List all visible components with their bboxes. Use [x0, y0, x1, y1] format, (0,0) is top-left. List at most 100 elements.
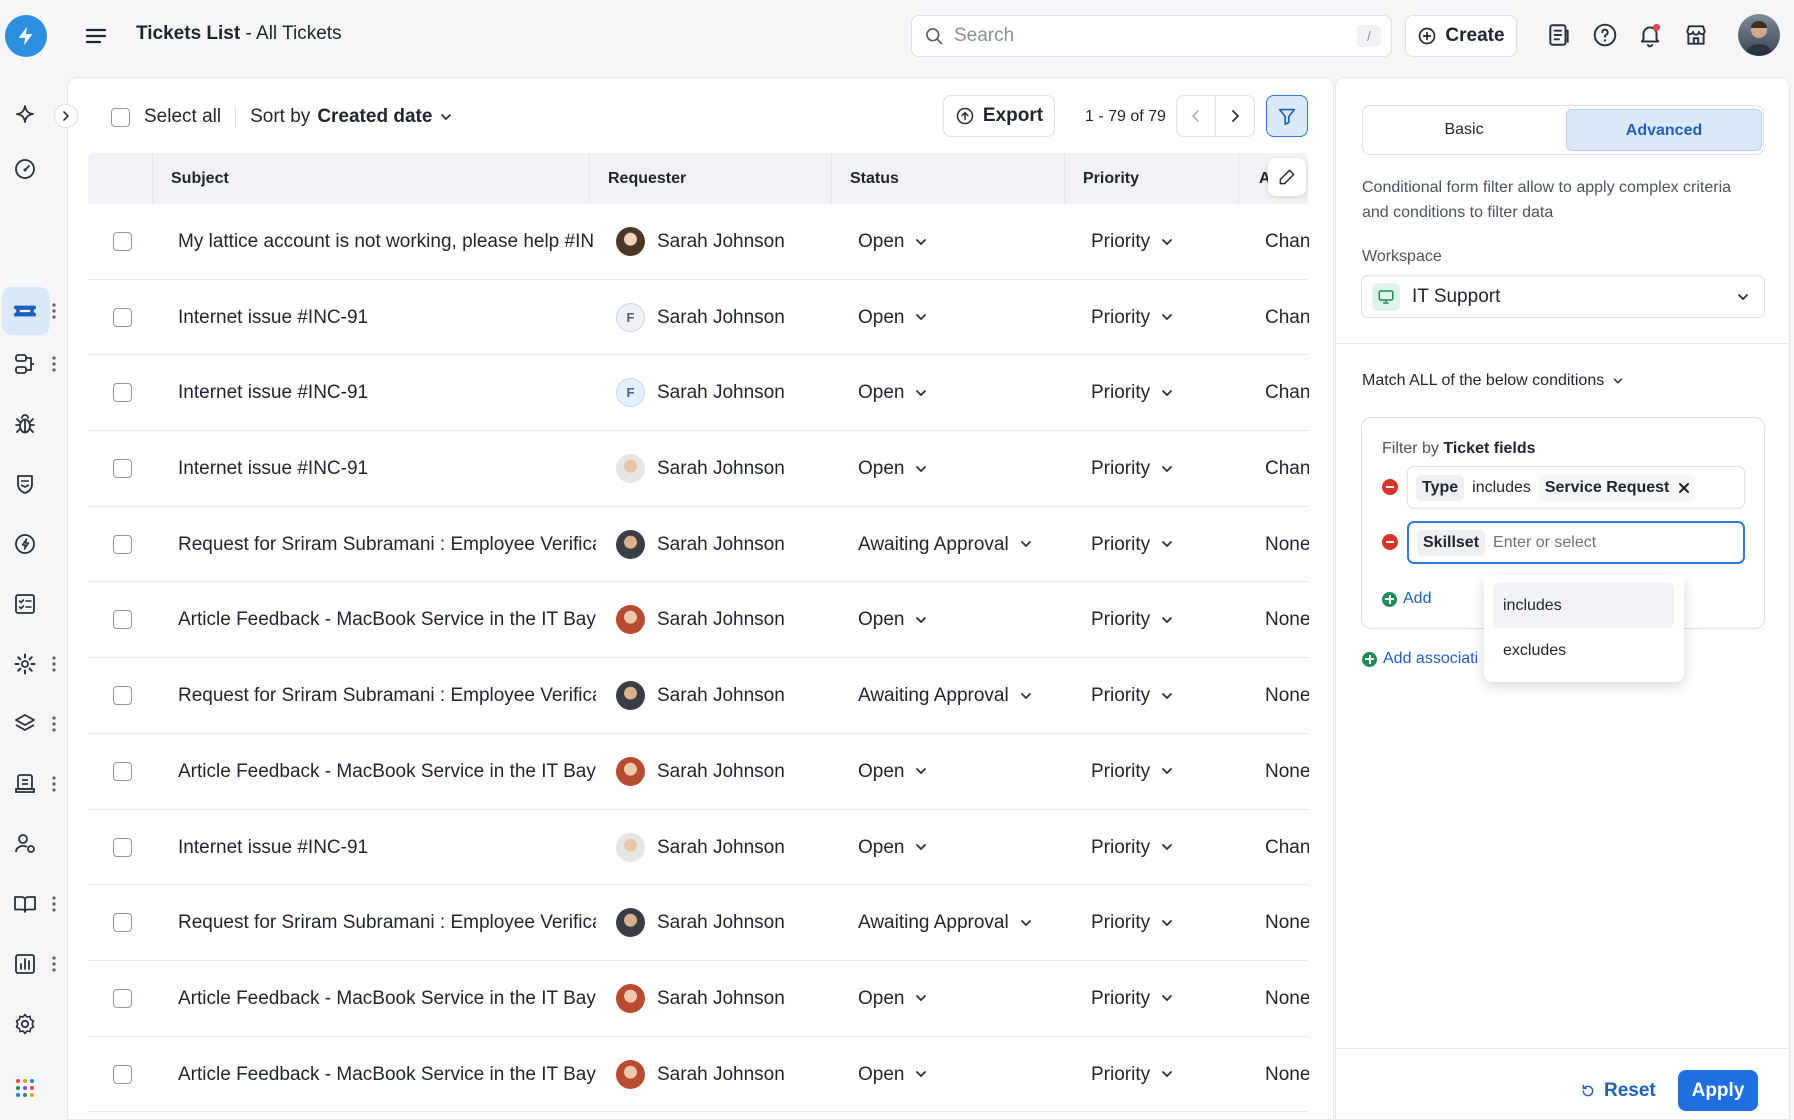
- ticket-subject[interactable]: Article Feedback - MacBook Service in th…: [178, 961, 596, 1036]
- condition-type[interactable]: Type includes Service Request: [1407, 466, 1745, 509]
- table-row[interactable]: Internet issue #INC-91 Sarah Johnson Open P…: [88, 810, 1309, 886]
- priority-dropdown[interactable]: Priority: [1091, 507, 1211, 582]
- close-icon[interactable]: [1679, 482, 1690, 493]
- add-association-button[interactable]: Add associati: [1362, 650, 1478, 668]
- app-logo[interactable]: [5, 15, 47, 57]
- dashboard-icon[interactable]: [11, 155, 39, 183]
- store-icon[interactable]: [1683, 22, 1711, 50]
- row-checkbox[interactable]: [113, 610, 132, 630]
- row-checkbox[interactable]: [113, 232, 132, 251]
- condition-operator[interactable]: includes: [1472, 479, 1531, 497]
- ticket-subject[interactable]: My lattice account is not working, pleas…: [178, 204, 596, 279]
- status-dropdown[interactable]: Open: [858, 961, 1078, 1036]
- layers-icon[interactable]: [11, 710, 39, 738]
- table-row[interactable]: Internet issue #INC-91 F Sarah Johnson Open…: [88, 355, 1309, 432]
- table-row[interactable]: Article Feedback - MacBook Service in th…: [88, 582, 1309, 659]
- priority-dropdown[interactable]: Priority: [1091, 885, 1211, 960]
- prev-page-button[interactable]: [1176, 95, 1216, 137]
- priority-dropdown[interactable]: Priority: [1091, 355, 1211, 430]
- ticket-more-icon[interactable]: [50, 301, 58, 321]
- export-button[interactable]: Export: [943, 95, 1055, 137]
- ticket-subject[interactable]: Internet issue #INC-91: [178, 355, 596, 430]
- row-checkbox[interactable]: [113, 307, 132, 327]
- status-dropdown[interactable]: Awaiting Approval: [858, 507, 1078, 582]
- layers-more-icon[interactable]: [50, 714, 58, 734]
- settings-gear-icon[interactable]: [11, 650, 39, 678]
- operator-option-excludes[interactable]: excludes: [1493, 628, 1674, 673]
- edit-columns-button[interactable]: [1268, 158, 1306, 196]
- tasks-icon[interactable]: [1546, 22, 1574, 50]
- remove-condition-skillset-button[interactable]: [1382, 534, 1398, 550]
- priority-dropdown[interactable]: Priority: [1091, 431, 1211, 506]
- table-row[interactable]: Article Feedback - MacBook Service in th…: [88, 734, 1309, 810]
- reset-button[interactable]: Reset: [1580, 1080, 1656, 1102]
- table-row[interactable]: Request for Sriram Subramani : Employee …: [88, 885, 1309, 961]
- status-dropdown[interactable]: Awaiting Approval: [858, 658, 1078, 733]
- ticket-subject[interactable]: Article Feedback - MacBook Service in th…: [178, 734, 596, 809]
- table-row[interactable]: My lattice account is not working, pleas…: [88, 204, 1309, 280]
- row-checkbox[interactable]: [113, 1064, 132, 1084]
- apps-grid-icon[interactable]: [11, 1074, 39, 1102]
- table-row[interactable]: Request for Sriram Subramani : Employee …: [88, 507, 1309, 583]
- sort-by-dropdown[interactable]: Sort by Created date: [250, 106, 453, 128]
- admin-gear-icon[interactable]: [11, 1010, 39, 1038]
- search-input[interactable]: [954, 22, 1334, 50]
- table-row[interactable]: Internet issue #INC-91 F Sarah Johnson Open…: [88, 280, 1309, 356]
- ticket-subject[interactable]: Internet issue #INC-91: [178, 280, 596, 355]
- table-row[interactable]: Request for Sriram Subramani : Employee …: [88, 658, 1309, 734]
- ticket-subject[interactable]: Article Feedback - MacBook Service in th…: [178, 1037, 596, 1112]
- checklist-icon[interactable]: [11, 590, 39, 618]
- priority-dropdown[interactable]: Priority: [1091, 1037, 1211, 1112]
- menu-icon[interactable]: [84, 24, 108, 48]
- table-row[interactable]: Article Feedback - MacBook Service in th…: [88, 961, 1309, 1037]
- row-checkbox[interactable]: [113, 686, 132, 706]
- next-page-button[interactable]: [1215, 95, 1255, 137]
- status-dropdown[interactable]: Open: [858, 280, 1078, 355]
- priority-dropdown[interactable]: Priority: [1091, 961, 1211, 1036]
- row-checkbox[interactable]: [113, 988, 132, 1008]
- priority-dropdown[interactable]: Priority: [1091, 810, 1211, 885]
- priority-dropdown[interactable]: Priority: [1091, 734, 1211, 809]
- row-checkbox[interactable]: [113, 459, 132, 479]
- priority-dropdown[interactable]: Priority: [1091, 582, 1211, 657]
- settings-more-icon[interactable]: [50, 654, 58, 674]
- tab-basic[interactable]: Basic: [1366, 109, 1562, 151]
- status-dropdown[interactable]: Open: [858, 734, 1078, 809]
- row-checkbox[interactable]: [113, 837, 132, 857]
- condition-skillset[interactable]: Skillset: [1407, 521, 1745, 564]
- user-settings-icon[interactable]: [11, 830, 39, 858]
- reports-more-icon[interactable]: [50, 954, 58, 974]
- priority-dropdown[interactable]: Priority: [1091, 280, 1211, 355]
- table-row[interactable]: Article Feedback - MacBook Service in th…: [88, 1037, 1309, 1113]
- column-priority[interactable]: Priority: [1064, 153, 1238, 204]
- knowledge-book-icon[interactable]: [11, 890, 39, 918]
- workspace-select[interactable]: IT Support: [1361, 275, 1765, 318]
- status-dropdown[interactable]: Open: [858, 582, 1078, 657]
- condition-skillset-input[interactable]: [1493, 533, 1694, 552]
- select-all-label[interactable]: Select all: [144, 106, 221, 128]
- ticket-subject[interactable]: Request for Sriram Subramani : Employee …: [178, 507, 596, 582]
- workflow-icon[interactable]: [11, 350, 39, 378]
- priority-dropdown[interactable]: Priority: [1091, 204, 1211, 279]
- status-dropdown[interactable]: Open: [858, 1037, 1078, 1112]
- reports-chart-icon[interactable]: [11, 950, 39, 978]
- ticket-subject[interactable]: Internet issue #INC-91: [178, 810, 596, 885]
- operator-option-includes[interactable]: includes: [1493, 583, 1674, 628]
- ticket-icon[interactable]: [11, 297, 39, 325]
- column-subject[interactable]: Subject: [152, 153, 589, 204]
- apply-button[interactable]: Apply: [1678, 1070, 1758, 1111]
- notification-bell-icon[interactable]: [1637, 22, 1665, 50]
- status-dropdown[interactable]: Open: [858, 204, 1078, 279]
- search-box[interactable]: /: [911, 15, 1392, 57]
- remove-condition-type-button[interactable]: [1382, 479, 1398, 495]
- compass-icon[interactable]: [11, 530, 39, 558]
- contract-icon[interactable]: [11, 770, 39, 798]
- table-row[interactable]: Internet issue #INC-91 Sarah Johnson Open P…: [88, 431, 1309, 507]
- ticket-subject[interactable]: Request for Sriram Subramani : Employee …: [178, 885, 596, 960]
- column-status[interactable]: Status: [831, 153, 1064, 204]
- contract-more-icon[interactable]: [50, 774, 58, 794]
- row-checkbox[interactable]: [113, 761, 132, 781]
- sparkle-icon[interactable]: [11, 102, 39, 130]
- status-dropdown[interactable]: Awaiting Approval: [858, 885, 1078, 960]
- workflow-more-icon[interactable]: [50, 354, 58, 374]
